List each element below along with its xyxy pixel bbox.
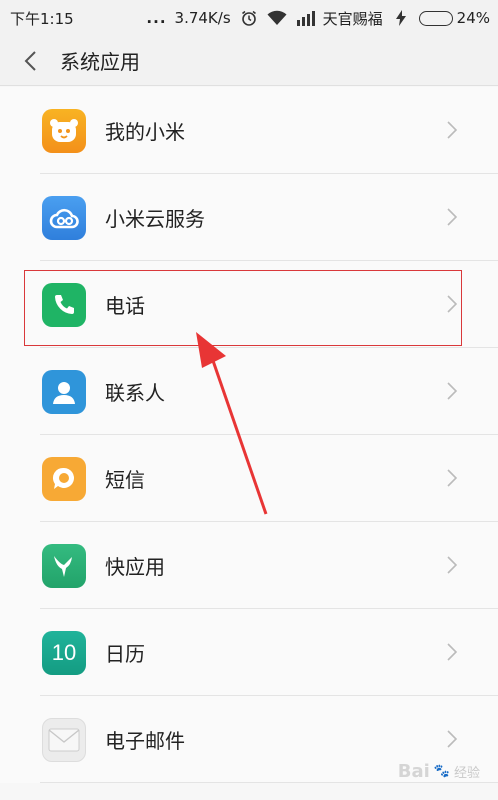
chevron-right-icon: [447, 208, 458, 226]
bird-icon: [42, 544, 86, 588]
phone-icon: [42, 283, 86, 327]
chevron-right-icon: [447, 730, 458, 748]
calendar-icon: 10: [42, 631, 86, 675]
wifi-icon: [267, 8, 287, 28]
message-icon: [42, 457, 86, 501]
list-item-label: 电话: [105, 294, 145, 318]
list-item-label: 小米云服务: [105, 207, 205, 231]
cloud-icon: [42, 196, 86, 240]
list-item-my-xiaomi[interactable]: 我的小米: [0, 87, 498, 174]
system-app-list: 我的小米 小米云服务 电话 联系人 短信 快应用 10 日历 电子邮件: [0, 87, 498, 783]
paw-icon: 🐾: [433, 764, 450, 779]
chevron-right-icon: [447, 121, 458, 139]
alarm-icon: [239, 8, 259, 28]
status-right: ... 3.74K/s 天官赐福 24%: [146, 8, 490, 29]
list-item-phone[interactable]: 电话: [0, 261, 498, 348]
watermark-logo: Bai: [397, 761, 430, 782]
battery-indicator: 24%: [418, 9, 490, 27]
list-item-quick-apps[interactable]: 快应用: [0, 522, 498, 609]
battery-icon: [418, 10, 453, 26]
calendar-day: 10: [51, 640, 77, 665]
list-item-calendar[interactable]: 10 日历: [0, 609, 498, 696]
chevron-right-icon: [447, 382, 458, 400]
mail-icon: [42, 718, 86, 762]
list-item-label: 短信: [105, 468, 145, 492]
list-item-contacts[interactable]: 联系人: [0, 348, 498, 435]
page-title: 系统应用: [60, 50, 140, 74]
charging-icon: [391, 8, 411, 28]
watermark: Bai 🐾 经验: [398, 761, 480, 782]
carrier-name: 天官赐福: [322, 9, 383, 28]
list-item-messages[interactable]: 短信: [0, 435, 498, 522]
chevron-right-icon: [447, 469, 458, 487]
status-time: 下午1:15: [10, 9, 74, 28]
list-item-mi-cloud[interactable]: 小米云服务: [0, 174, 498, 261]
list-item-label: 联系人: [105, 381, 165, 405]
contact-icon: [42, 370, 86, 414]
app-header: 系统应用: [0, 36, 498, 86]
chevron-left-icon: [24, 50, 36, 71]
signal-icon: [295, 8, 315, 28]
mi-bear-icon: [42, 109, 86, 153]
back-button[interactable]: [0, 36, 60, 86]
status-dots: ...: [146, 9, 167, 27]
watermark-text: 经验: [453, 766, 480, 781]
list-item-label: 电子邮件: [105, 729, 185, 753]
status-bar: 下午1:15 ... 3.74K/s 天官赐福 24%: [0, 0, 498, 36]
list-item-label: 我的小米: [105, 120, 185, 144]
list-item-label: 日历: [105, 642, 145, 666]
chevron-right-icon: [447, 643, 458, 661]
chevron-right-icon: [447, 295, 458, 313]
list-item-label: 快应用: [105, 555, 165, 579]
chevron-right-icon: [447, 556, 458, 574]
battery-percent: 24%: [456, 9, 490, 27]
network-speed: 3.74K/s: [174, 9, 231, 27]
